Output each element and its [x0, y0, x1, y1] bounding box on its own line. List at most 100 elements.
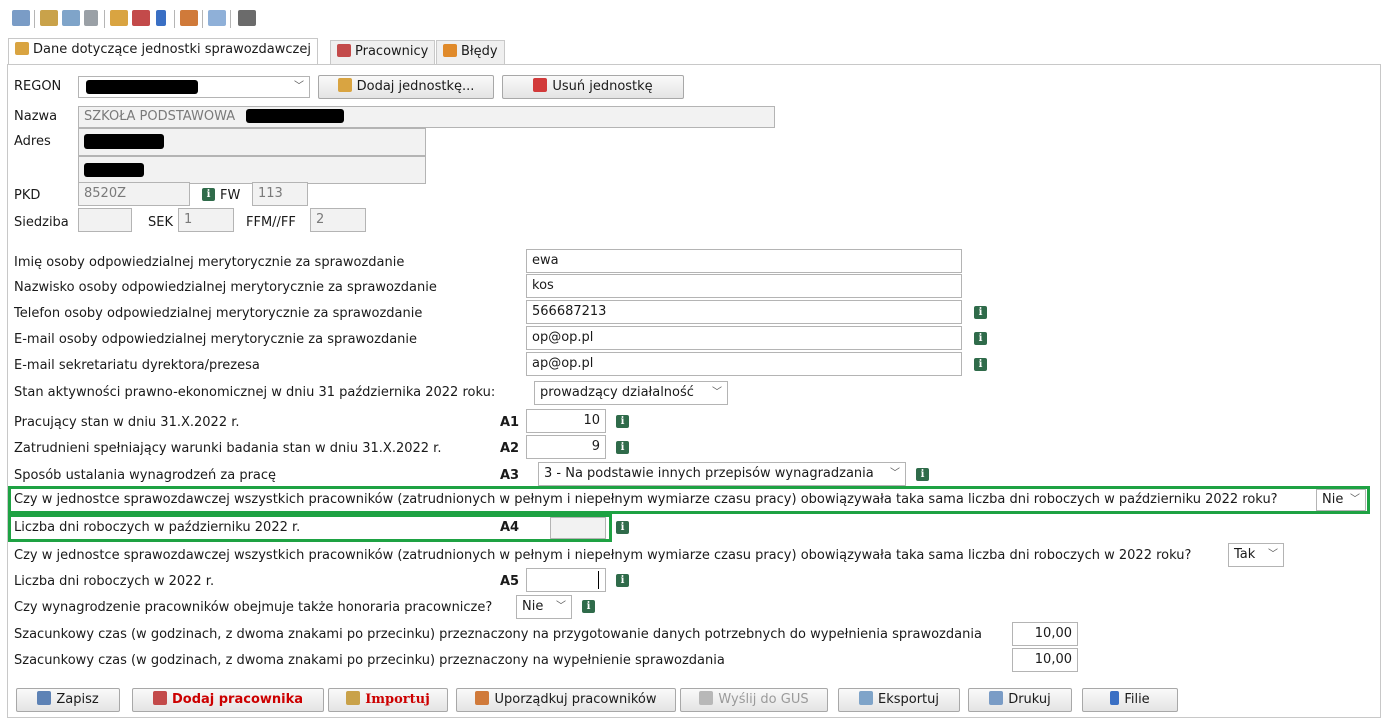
- export-icon: [858, 691, 873, 705]
- q-oct-label: Czy w jednostce sprawozdawczej wszystkic…: [14, 492, 1278, 507]
- add-employee-label: Dodaj pracownika: [171, 692, 304, 707]
- toolbar-separator: [174, 10, 175, 28]
- print-icon[interactable]: [12, 10, 30, 26]
- error-icon: [443, 44, 457, 57]
- a3-code: A3: [500, 468, 520, 483]
- export-button[interactable]: Eksportuj: [838, 688, 960, 712]
- sek-field[interactable]: 1: [178, 208, 234, 232]
- branches-label: Filie: [1124, 692, 1150, 707]
- a1-label: Pracujący stan w dniu 31.X.2022 r.: [14, 415, 240, 430]
- send-to-gus-button[interactable]: Wyślij do GUS: [680, 688, 828, 712]
- siedziba-field[interactable]: [78, 208, 132, 232]
- regon-label: REGON: [14, 79, 62, 94]
- import-button[interactable]: Importuj: [328, 688, 448, 712]
- tab-label: Pracownicy: [355, 44, 429, 59]
- tab-pracownicy[interactable]: Pracownicy: [330, 40, 436, 64]
- add-unit-button[interactable]: Dodaj jednostkę...: [318, 75, 494, 99]
- a2-field[interactable]: 9: [526, 435, 606, 459]
- info-icon[interactable]: i: [616, 574, 629, 587]
- nazwa-field[interactable]: SZKOŁA PODSTAWOWA: [78, 106, 775, 128]
- email-sekr-label: E-mail sekretariatu dyrektora/prezesa: [14, 358, 260, 373]
- czas1-field[interactable]: 10,00: [1012, 622, 1078, 646]
- add-unit-icon: [337, 78, 352, 92]
- hon-select[interactable]: Nie ﹀: [516, 595, 572, 619]
- import-label: Importuj: [365, 692, 430, 707]
- stan-select[interactable]: prowadzący działalność ﹀: [534, 381, 728, 405]
- stan-select-value: prowadzący działalność: [540, 385, 694, 400]
- sek-label: SEK: [148, 215, 173, 230]
- a2-code: A2: [500, 441, 520, 456]
- sort-employees-button[interactable]: Uporządkuj pracowników: [456, 688, 676, 712]
- a5-field[interactable]: [526, 568, 606, 592]
- delete-icon: [533, 78, 548, 92]
- table-icon[interactable]: [238, 10, 256, 26]
- a5-code: A5: [500, 574, 520, 589]
- info-icon[interactable]: i: [616, 521, 629, 534]
- info-icon[interactable]: i: [616, 441, 629, 454]
- add-employee-icon[interactable]: [132, 10, 150, 26]
- chevron-down-icon: ﹀: [890, 468, 900, 479]
- redaction: [84, 163, 144, 177]
- q-oct-select-value: Nie: [1322, 492, 1344, 507]
- info-icon[interactable]: i: [616, 415, 629, 428]
- info-icon[interactable]: i: [916, 468, 929, 481]
- import-icon[interactable]: [40, 10, 58, 26]
- toolbar-separator: [34, 10, 35, 28]
- tab-label: Błędy: [461, 44, 498, 59]
- nazwisko-field[interactable]: kos: [526, 274, 962, 298]
- q-year-label: Czy w jednostce sprawozdawczej wszystkic…: [14, 548, 1192, 563]
- ffm-field[interactable]: 2: [310, 208, 366, 232]
- add-employee-button[interactable]: Dodaj pracownika: [132, 688, 324, 712]
- tab-label: Dane dotyczące jednostki sprawozdawczej: [33, 42, 311, 57]
- branches-button[interactable]: Filie: [1082, 688, 1178, 712]
- info-icon[interactable]: i: [582, 600, 595, 613]
- export-label: Eksportuj: [877, 692, 939, 707]
- info-icon[interactable]: i: [974, 306, 987, 319]
- fw-field[interactable]: 113: [252, 182, 308, 206]
- hon-select-value: Nie: [522, 599, 544, 614]
- email-field[interactable]: op@op.pl: [526, 326, 962, 350]
- toolbar-separator: [202, 10, 203, 28]
- email-sekr-field[interactable]: ap@op.pl: [526, 352, 962, 376]
- chevron-down-icon: ﹀: [294, 81, 304, 92]
- a3-label: Sposób ustalania wynagrodzeń za pracę: [14, 468, 277, 483]
- a1-field[interactable]: 10: [526, 409, 606, 433]
- info-icon[interactable]: i: [974, 358, 987, 371]
- remove-unit-button[interactable]: Usuń jednostkę: [502, 75, 684, 99]
- info-icon[interactable]: i: [974, 332, 987, 345]
- redaction: [246, 109, 344, 123]
- a4-code: A4: [500, 520, 520, 535]
- chevron-down-icon: ﹀: [712, 387, 722, 398]
- a4-label: Liczba dni roboczych w październiku 2022…: [14, 520, 301, 535]
- tab-bledy[interactable]: Błędy: [436, 40, 505, 64]
- adres-label: Adres: [14, 134, 51, 149]
- a4-field[interactable]: [550, 517, 606, 539]
- q-oct-select[interactable]: Nie ﹀: [1316, 489, 1366, 511]
- toolbar-separator: [230, 10, 231, 28]
- hon-label: Czy wynagrodzenie pracowników obejmuje t…: [14, 600, 493, 615]
- add-unit-label: Dodaj jednostkę...: [356, 79, 475, 94]
- toolbar-separator: [104, 10, 105, 28]
- q-year-select[interactable]: Tak ﹀: [1228, 543, 1284, 567]
- import-icon: [346, 691, 361, 705]
- branches-icon[interactable]: [156, 10, 166, 26]
- q-year-select-value: Tak: [1234, 547, 1256, 562]
- clear-icon[interactable]: [208, 10, 226, 26]
- pkd-field[interactable]: 8520Z: [78, 182, 190, 206]
- tab-dane-jednostki[interactable]: Dane dotyczące jednostki sprawozdawczej: [8, 38, 318, 65]
- a3-select[interactable]: 3 - Na podstawie innych przepisów wynagr…: [538, 462, 906, 486]
- save-button[interactable]: Zapisz: [16, 688, 120, 712]
- imie-field[interactable]: ewa: [526, 249, 962, 273]
- redaction: [84, 134, 164, 149]
- czas2-field[interactable]: 10,00: [1012, 648, 1078, 672]
- telefon-field[interactable]: 566687213: [526, 300, 962, 324]
- people-icon: [337, 44, 351, 57]
- print-button[interactable]: Drukuj: [968, 688, 1072, 712]
- info-icon[interactable]: i: [202, 188, 215, 201]
- export-icon[interactable]: [62, 10, 80, 26]
- send-icon[interactable]: [84, 10, 98, 26]
- sort-icon[interactable]: [180, 10, 198, 26]
- save-label: Zapisz: [56, 692, 99, 707]
- pkd-label: PKD: [14, 188, 41, 203]
- add-unit-icon[interactable]: [110, 10, 128, 26]
